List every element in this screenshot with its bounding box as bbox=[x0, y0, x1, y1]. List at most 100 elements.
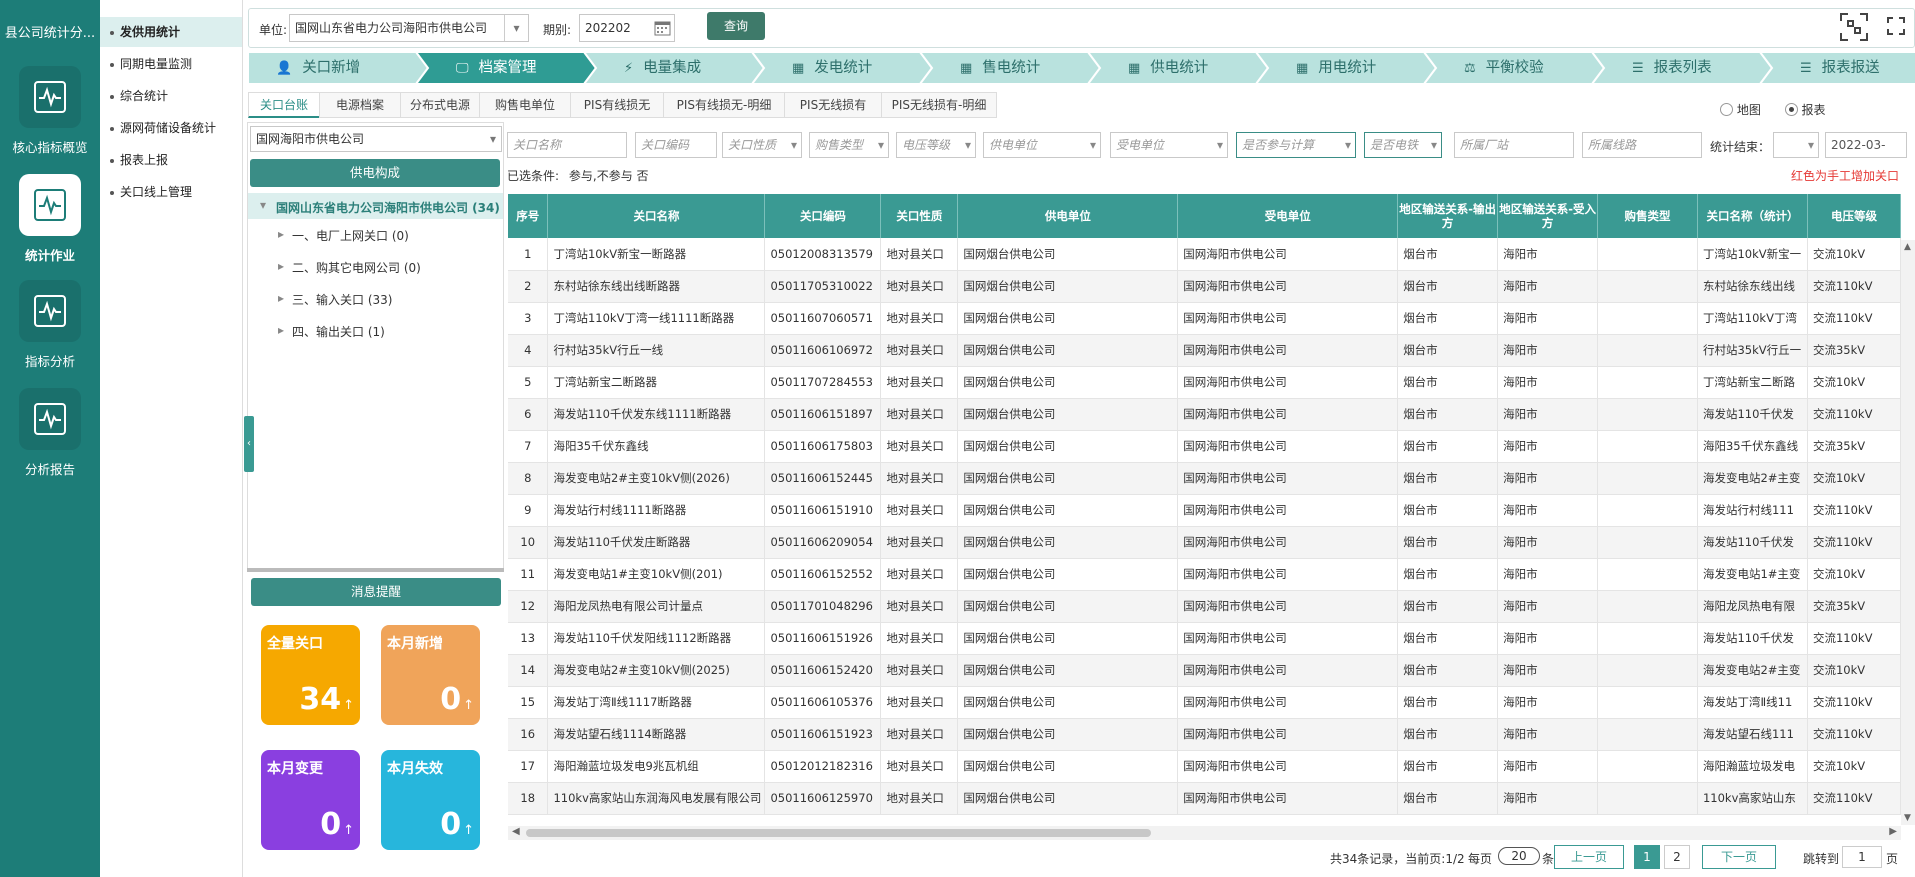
caret-down-icon[interactable]: ▾ bbox=[260, 198, 266, 212]
table-row[interactable]: 3 丁湾站110kV丁湾一线1111断路器 05011607060571 地对县关口国… bbox=[508, 302, 1901, 335]
submenu-item[interactable]: 综合统计 bbox=[100, 81, 242, 111]
step-7[interactable]: ▦ 用电统计 bbox=[1256, 52, 1438, 84]
table-row[interactable]: 14 海发变电站2#主变10kV侧(2025) 05011606152420 地对县关… bbox=[508, 654, 1901, 687]
table-row[interactable]: 1 丁湾站10kV新宝一断路器 05012008313579 地对县关口 国网烟台供电公… bbox=[508, 238, 1901, 271]
table-row[interactable]: 8 海发变电站2#主变10kV侧(2026) 05011606152445 地对县关口… bbox=[508, 462, 1901, 495]
report-radio[interactable] bbox=[1784, 103, 1798, 116]
table-row[interactable]: 6 海发站110千伏发东线1111断路器 05011606151897 地对县关口 国网… bbox=[508, 398, 1901, 431]
org-select[interactable]: 国网海阳市供电公司 ▾ bbox=[250, 126, 502, 152]
table-row[interactable]: 11 海发变电站1#主变10kV侧(201) 05011606152552 地对县关口… bbox=[508, 558, 1901, 591]
table-row[interactable]: 9 海发站行村线1111断路器 05011606151910 地对县关口 国网烟台供电公… bbox=[508, 494, 1901, 527]
column-header[interactable]: 地区输送关系-受入方 bbox=[1497, 194, 1599, 238]
table-row[interactable]: 2 东村站徐东线出线断路器 05011705310022 地对县关口 国网烟台供电公司国… bbox=[508, 270, 1901, 303]
step-9[interactable]: ☰ 报表列表 bbox=[1592, 52, 1774, 84]
fullscreen-icon[interactable] bbox=[1887, 17, 1905, 38]
map-radio[interactable] bbox=[1720, 103, 1733, 116]
step-4[interactable]: ▦ 发电统计 bbox=[752, 52, 934, 84]
vertical-scrollbar[interactable]: ▲ ▼ bbox=[1901, 240, 1915, 825]
table-row[interactable]: 5 丁湾站新宝二断路器 05011707284553 地对县关口 国网烟台供电公司 国网海… bbox=[508, 366, 1901, 399]
page-2-button[interactable]: 2 bbox=[1664, 845, 1690, 869]
nav-item-3[interactable]: 指标分析 bbox=[0, 280, 100, 370]
stat-card[interactable]: 全量关口 34 ↑ bbox=[261, 625, 360, 725]
filter-input[interactable]: 电压等级 ▾ bbox=[896, 132, 976, 158]
table-row[interactable]: 17 海阳瀚蓝垃圾发电9兆瓦机组 05012012182316 地对县关口 国网烟台供电… bbox=[508, 750, 1901, 783]
nav-item-2[interactable]: 统计作业 bbox=[0, 174, 100, 264]
column-header[interactable]: 电压等级 bbox=[1807, 194, 1901, 238]
scroll-left-icon[interactable]: ◀ bbox=[512, 826, 520, 837]
nav-item-4[interactable]: 分析报告 bbox=[0, 388, 100, 478]
subtab-7[interactable]: PIS无线损有 bbox=[784, 92, 882, 118]
table-row[interactable]: 4 行村站35kV行丘一线 05011606106972 地对县关口 国网烟台供电公司国… bbox=[508, 334, 1901, 367]
per-page-input[interactable]: 20 bbox=[1498, 847, 1540, 865]
subtab-1[interactable]: 关口台账 bbox=[248, 92, 320, 118]
prev-page-button[interactable]: 上一页 bbox=[1554, 845, 1624, 869]
tree-root[interactable]: ▾ 国网山东省电力公司海阳市供电公司 (34) bbox=[248, 193, 503, 219]
scroll-down-icon[interactable]: ▼ bbox=[1904, 813, 1911, 823]
subtab-4[interactable]: 购售电单位 bbox=[479, 92, 571, 118]
column-header[interactable]: 购售类型 bbox=[1597, 194, 1698, 238]
scroll-right-icon[interactable]: ▶ bbox=[1889, 826, 1897, 837]
scan-icon[interactable] bbox=[1839, 12, 1869, 45]
column-header[interactable]: 关口名称（统计） bbox=[1697, 194, 1808, 238]
step-5[interactable]: ▦ 售电统计 bbox=[920, 52, 1102, 84]
submenu-item[interactable]: 关口线上管理 bbox=[100, 177, 242, 207]
filter-input[interactable]: 受电单位 ▾ bbox=[1110, 132, 1228, 158]
column-header[interactable]: 序号 bbox=[508, 194, 549, 238]
column-header[interactable]: 关口性质 bbox=[880, 194, 959, 238]
page-1-button[interactable]: 1 bbox=[1634, 845, 1660, 869]
subtab-3[interactable]: 分布式电源 bbox=[400, 92, 480, 118]
step-1[interactable]: 👤 关口新增 bbox=[248, 52, 430, 84]
stat-card[interactable]: 本月失效 0 ↑ bbox=[381, 750, 480, 850]
calendar-icon[interactable] bbox=[654, 19, 671, 41]
table-row[interactable]: 7 海阳35千伏东鑫线 05011606175803 地对县关口 国网烟台供电公司 国网海… bbox=[508, 430, 1901, 463]
filter-input[interactable]: 关口性质 ▾ bbox=[722, 132, 802, 158]
step-8[interactable]: ⚖ 平衡校验 bbox=[1424, 52, 1606, 84]
column-header[interactable]: 关口编码 bbox=[764, 194, 882, 238]
nav-item-1[interactable]: 核心指标概览 bbox=[0, 66, 100, 156]
column-header[interactable]: 关口名称 bbox=[547, 194, 766, 238]
subtab-8[interactable]: PIS无线损有-明细 bbox=[881, 92, 997, 118]
subtab-6[interactable]: PIS有线损无-明细 bbox=[663, 92, 785, 118]
step-10[interactable]: ☰ 报表报送 bbox=[1760, 52, 1915, 84]
caret-right-icon[interactable]: ▸ bbox=[278, 323, 284, 337]
filter-input[interactable]: 所属线路 bbox=[1582, 132, 1702, 158]
filter-input[interactable]: 购售类型 ▾ bbox=[809, 132, 889, 158]
submenu-item[interactable]: 报表上报 bbox=[100, 145, 242, 175]
subtab-5[interactable]: PIS有线损无 bbox=[570, 92, 664, 118]
column-header[interactable]: 受电单位 bbox=[1177, 194, 1399, 238]
filter-input[interactable]: 是否电铁 ▾ bbox=[1364, 132, 1442, 158]
table-row[interactable]: 18 110kv高家站山东润海风电发展有限公司 05011606125970 地对县关… bbox=[508, 782, 1901, 815]
scroll-up-icon[interactable]: ▲ bbox=[1904, 242, 1911, 252]
filter-input[interactable]: 供电单位 ▾ bbox=[983, 132, 1101, 158]
table-row[interactable]: 16 海发站望石线1114断路器 05011606151923 地对县关口 国网烟台供电… bbox=[508, 718, 1901, 751]
caret-right-icon[interactable]: ▸ bbox=[278, 227, 284, 241]
scroll-thumb[interactable] bbox=[526, 829, 1151, 837]
unit-select[interactable]: 国网山东省电力公司海阳市供电公司 ▾ bbox=[289, 14, 529, 42]
caret-right-icon[interactable]: ▸ bbox=[278, 259, 284, 273]
subtab-2[interactable]: 电源档案 bbox=[319, 92, 401, 118]
step-3[interactable]: ⚡ 电量集成 bbox=[584, 52, 766, 84]
submenu-item[interactable]: 发供用统计 bbox=[100, 17, 242, 47]
table-row[interactable]: 10 海发站110千伏发庄断路器 05011606209054 地对县关口 国网烟台供电… bbox=[508, 526, 1901, 559]
filter-input[interactable]: 是否参与计算 ▾ bbox=[1236, 132, 1356, 158]
stat-date-input[interactable]: 2022-03- bbox=[1825, 132, 1907, 158]
next-page-button[interactable]: 下一页 bbox=[1702, 845, 1776, 869]
submenu-item[interactable]: 同期电量监测 bbox=[100, 49, 242, 79]
filter-input[interactable]: 关口名称 bbox=[507, 132, 627, 158]
table-row[interactable]: 12 海阳龙凤热电有限公司计量点 05011701048296 地对县关口 国网烟台供电… bbox=[508, 590, 1901, 623]
filter-input[interactable]: 关口编码 bbox=[635, 132, 717, 158]
column-header[interactable]: 供电单位 bbox=[957, 194, 1179, 238]
query-button[interactable]: 查询 bbox=[707, 12, 765, 40]
caret-right-icon[interactable]: ▸ bbox=[278, 291, 284, 305]
stat-card[interactable]: 本月新增 0 ↑ bbox=[381, 625, 480, 725]
panel-splitter[interactable] bbox=[247, 568, 504, 572]
step-2[interactable]: 🖵 档案管理 bbox=[416, 52, 598, 84]
composition-button[interactable]: 供电构成 bbox=[250, 159, 500, 187]
filter-input[interactable]: 所属厂站 bbox=[1454, 132, 1574, 158]
stat-card[interactable]: 本月变更 0 ↑ bbox=[261, 750, 360, 850]
collapse-handle[interactable]: ‹ bbox=[244, 416, 254, 472]
jump-input[interactable]: 1 bbox=[1842, 846, 1882, 868]
horizontal-scrollbar[interactable]: ◀ ▶ bbox=[508, 826, 1901, 840]
table-row[interactable]: 13 海发站110千伏发阳线1112断路器 05011606151926 地对县关口国… bbox=[508, 622, 1901, 655]
step-6[interactable]: ▦ 供电统计 bbox=[1088, 52, 1270, 84]
